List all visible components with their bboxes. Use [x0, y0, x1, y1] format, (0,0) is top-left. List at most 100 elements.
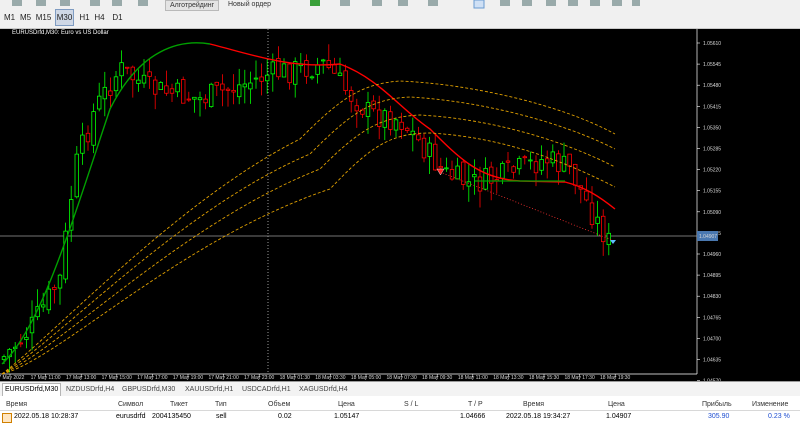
chart-tab[interactable]: XAUUSDrfd,H1 — [183, 384, 235, 396]
col-price[interactable]: Цена — [338, 401, 355, 408]
col-change[interactable]: Изменение — [752, 401, 788, 408]
price-tick-label: 1.04635 — [703, 358, 721, 364]
timeframe-h4[interactable]: H4 — [93, 10, 106, 25]
candle-body — [320, 59, 326, 62]
timeframe-m1[interactable]: M1 — [3, 10, 16, 25]
candle-body — [376, 109, 382, 127]
col-sl[interactable]: S / L — [404, 401, 418, 408]
price-chart[interactable]: 1.05610 1.05545 1.05480 1.05415 1.05350 1.052… — [0, 29, 800, 406]
row-symbol: eurusdrfd — [116, 413, 146, 420]
candle-body — [556, 153, 561, 173]
candle-body — [444, 167, 449, 170]
price-tick-label: 1.05350 — [703, 125, 721, 131]
price-tick-label: 1.05415 — [703, 104, 721, 110]
candle-body — [315, 64, 320, 75]
timeframe-h1[interactable]: H1 — [78, 10, 91, 25]
header-divider — [0, 410, 800, 411]
candle-body — [214, 81, 219, 86]
candle-body — [136, 79, 141, 84]
candle-body — [74, 153, 79, 198]
candle-body — [292, 61, 298, 85]
candle-body — [46, 288, 51, 311]
candle-body — [264, 74, 270, 82]
candle-body — [186, 98, 191, 101]
price-tick-label: 1.05610 — [703, 41, 721, 47]
chart-tab[interactable]: EURUSDrfd,M30 — [2, 383, 62, 396]
col-type[interactable]: Тип — [215, 401, 227, 408]
candle-body — [164, 85, 169, 94]
chart-tabs: EURUSDrfd,M30 NZDUSDrfd,H4 GBPUSDrfd,M30 XA… — [0, 381, 800, 397]
candle-body — [382, 110, 387, 128]
candle-body — [97, 95, 102, 110]
candle-body — [147, 71, 152, 77]
candle-body — [119, 62, 124, 77]
timeframe-m30[interactable]: M30 — [55, 9, 74, 26]
candle-body — [287, 63, 292, 84]
chart-tab[interactable]: NZDUSDrfd,H4 — [64, 384, 116, 396]
col-time2[interactable]: Время — [523, 401, 544, 408]
timeframe-m5[interactable]: M5 — [19, 10, 32, 25]
candle-body — [220, 83, 225, 91]
candles-icon — [60, 0, 70, 6]
candle-body — [152, 79, 158, 95]
toolbar: Алготрейдинг Новый ордер M1 M5 M15 M30 H1 H4 D… — [0, 0, 800, 29]
candle-body — [528, 159, 533, 162]
zoom-out-icon — [372, 0, 382, 6]
candle-body — [589, 202, 595, 226]
chart-tab[interactable]: XAGUSDrfd,H4 — [297, 384, 350, 396]
candle-body — [1, 356, 7, 361]
candle-body — [432, 143, 438, 171]
candle-body — [505, 160, 511, 163]
candle-body — [399, 121, 404, 130]
row-time: 2022.05.18 10:28:37 — [14, 413, 79, 420]
tile-icon — [398, 0, 408, 6]
candle-body — [517, 158, 522, 170]
chart-canvas: 1.05610 1.05545 1.05480 1.05415 1.05350 1.052… — [0, 29, 800, 406]
candle-body — [393, 119, 399, 131]
candle-body — [404, 127, 410, 131]
candle-body — [169, 88, 175, 94]
col-cur-price[interactable]: Цена — [608, 401, 625, 408]
bar-chart-icon — [36, 0, 46, 6]
col-ticket[interactable]: Тикет — [170, 401, 188, 408]
candle-body — [472, 174, 477, 178]
price-tick-label: 1.05285 — [703, 147, 721, 153]
timeframe-d1[interactable]: D1 — [111, 10, 124, 25]
col-tp[interactable]: T / P — [468, 401, 483, 408]
candle-body — [175, 82, 180, 93]
candle-body — [158, 82, 163, 90]
candle-body — [354, 105, 359, 112]
candle-body — [309, 76, 315, 79]
col-symbol[interactable]: Символ — [118, 401, 143, 408]
chart-tab[interactable]: GBPUSDrfd,M30 — [120, 384, 177, 396]
chart-title: EURUSDrfd,M30: Euro vs US Dollar — [12, 30, 109, 36]
candle-body — [533, 161, 539, 174]
candle-body — [180, 79, 186, 104]
current-price-label: 1.04907 — [699, 234, 717, 240]
candle-body — [371, 100, 376, 110]
col-time[interactable]: Время — [6, 401, 27, 408]
candle-body — [545, 158, 550, 164]
grid-icon — [138, 0, 148, 6]
candle-body — [236, 84, 242, 98]
zoom-icon — [112, 0, 122, 6]
candle-body — [203, 98, 208, 104]
text-icon — [632, 0, 640, 6]
chart-tab[interactable]: USDCADrfd,H1 — [240, 384, 293, 396]
hline-icon — [546, 0, 556, 6]
col-profit[interactable]: Прибыль — [702, 401, 732, 408]
row-profit: 305.90 — [708, 413, 730, 420]
col-volume[interactable]: Объем — [268, 401, 290, 408]
candle-body — [584, 190, 589, 201]
row-time2: 2022.05.18 19:34:27 — [506, 413, 571, 420]
candle-body — [539, 159, 544, 171]
crosshair-icon — [500, 0, 510, 6]
price-scale — [697, 29, 800, 381]
chart-icon — [12, 0, 22, 6]
candle-body — [438, 166, 443, 169]
timeframe-m15[interactable]: M15 — [35, 10, 52, 25]
line-chart-icon — [90, 0, 100, 6]
price-tick-label: 1.05155 — [703, 189, 721, 195]
candle-body — [421, 137, 427, 159]
candle-body — [113, 76, 119, 92]
